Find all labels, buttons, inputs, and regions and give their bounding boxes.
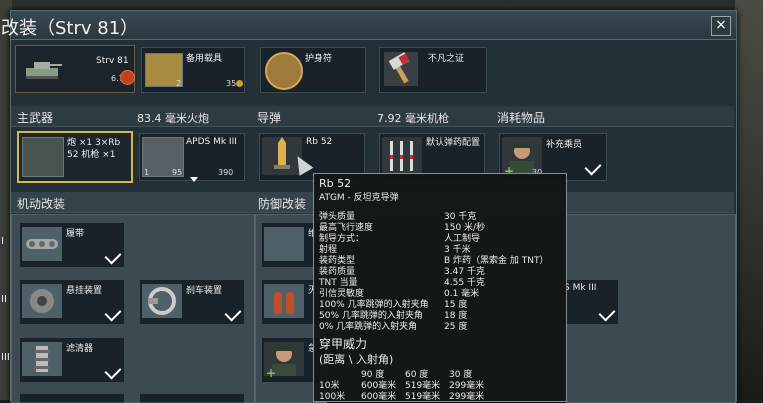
brake-icon (142, 284, 182, 318)
defense-slot-extinguisher[interactable]: 灭 (261, 279, 321, 325)
repair-icon (264, 227, 304, 261)
background-right-scenery (735, 0, 763, 400)
title-bar: 改装（Strv 81） × (1, 11, 736, 40)
mobility-filter-label: 滤清器 (66, 344, 94, 354)
tier-label-2: II (1, 294, 7, 305)
weapon-header-missile: 导弹 (257, 111, 282, 125)
defense-slot-firstaid[interactable]: + 急 (261, 337, 321, 383)
excellence-label: 不凡之证 (428, 54, 465, 64)
mobility-bottom-slot-2[interactable] (139, 393, 245, 403)
apds-count: 390 (218, 168, 234, 177)
weapon-header-consumables: 消耗物品 (497, 111, 546, 125)
track-icon (22, 227, 62, 261)
backup-vehicle-label: 备用载具 (186, 54, 223, 64)
tooltip-subtitle: ATGM - 反坦克导弹 (319, 193, 399, 203)
pen-value: 600毫米 (361, 392, 397, 402)
machine-gun-label: 默认弹药配置 (426, 138, 481, 148)
window-title: 改装（Strv 81） (1, 18, 139, 39)
apds-mid: 95 (172, 168, 183, 177)
check-icon (584, 158, 602, 176)
ammo-belt-icon (382, 137, 422, 175)
check-icon (598, 304, 616, 322)
extinguisher-icon (264, 284, 304, 318)
mobility-bottom-slot-1[interactable] (19, 393, 125, 403)
mobility-track-slot[interactable]: 履带 (19, 222, 125, 268)
mobility-filter-slot[interactable]: 滤清器 (19, 337, 125, 383)
missile-tooltip: Rb 52 ATGM - 反坦克导弹 弹头质量 30 千克 最高飞行速度 150… (313, 173, 567, 402)
tier-label-3: III (1, 352, 10, 363)
pen-distance: 100米 (319, 392, 346, 402)
pen-value: 519毫米 (405, 392, 441, 402)
penetration-title: 穿甲威力 (319, 337, 368, 351)
stat-label: 0% 几率跳弹的入射夹角 (319, 322, 418, 332)
filter-icon (22, 342, 62, 376)
main-weapon-slot[interactable]: 炮 ×1 3×Rb 52 机枪 ×1 (17, 131, 133, 183)
backup-vehicle-count2: 35 (226, 79, 237, 88)
mobility-brake-label: 刹车装置 (186, 286, 223, 296)
plus-icon: + (266, 366, 277, 380)
check-icon (104, 247, 122, 265)
check-icon (224, 304, 242, 322)
mobility-suspension-slot[interactable]: 悬挂装置 (19, 279, 125, 325)
apds-slot[interactable]: APDS Mk III 1 95 390 (139, 133, 245, 182)
defense-header: 防御改装 (258, 197, 307, 211)
right-partial-slot[interactable]: S Mk III (559, 279, 619, 325)
stat-value: 25 度 (444, 322, 468, 332)
check-icon (104, 304, 122, 322)
pen-value: 299毫米 (449, 392, 485, 402)
weapon-header-cannon: 83.4 毫米火炮 (137, 112, 209, 125)
hammer-icon (384, 52, 418, 86)
backup-vehicle-count1: 2 (176, 79, 182, 88)
vehicle-badge-icon (120, 70, 135, 85)
apds-left: 1 (144, 168, 150, 177)
backup-vehicle-slot[interactable]: 备用载具 2 35 (141, 47, 245, 93)
talisman-label: 护身符 (305, 54, 333, 64)
weapon-header-mg: 7.92 毫米机枪 (377, 112, 449, 125)
chevron-down-icon[interactable] (190, 177, 198, 182)
vehicle-card[interactable]: Strv 81 6.7 (15, 45, 135, 93)
tooltip-title: Rb 52 (319, 177, 352, 190)
check-icon (104, 362, 122, 380)
suspension-icon (22, 284, 62, 318)
mobility-header: 机动改装 (17, 197, 66, 211)
missile-label: Rb 52 (306, 137, 333, 147)
apds-label: APDS Mk III (186, 137, 237, 147)
excellence-slot[interactable]: 不凡之证 (379, 47, 487, 93)
mobility-brake-slot[interactable]: 刹车装置 (139, 279, 245, 325)
talisman-icon (265, 52, 303, 90)
crew-label: 补充乘员 (546, 140, 583, 150)
tank-icon (22, 58, 62, 80)
talisman-slot[interactable]: 护身符 (260, 47, 366, 93)
right-partial-label: S Mk III (564, 283, 597, 293)
artillery-icon (22, 137, 64, 177)
weapon-header-main: 主武器 (17, 111, 54, 125)
close-button[interactable]: × (711, 16, 731, 36)
weapons-header-bar (11, 106, 734, 127)
mobility-track-label: 履带 (66, 229, 85, 239)
penetration-subtitle: (距离 \ 入射角) (319, 353, 394, 366)
main-weapon-text: 炮 ×1 3×Rb 52 机枪 ×1 (67, 138, 121, 160)
tier-label-1: I (1, 236, 4, 247)
mobility-suspension-label: 悬挂装置 (66, 286, 103, 296)
defense-slot-repair[interactable]: 维 (261, 222, 321, 268)
vehicle-name: Strv 81 (96, 56, 129, 66)
gold-eagle-icon (236, 80, 243, 87)
